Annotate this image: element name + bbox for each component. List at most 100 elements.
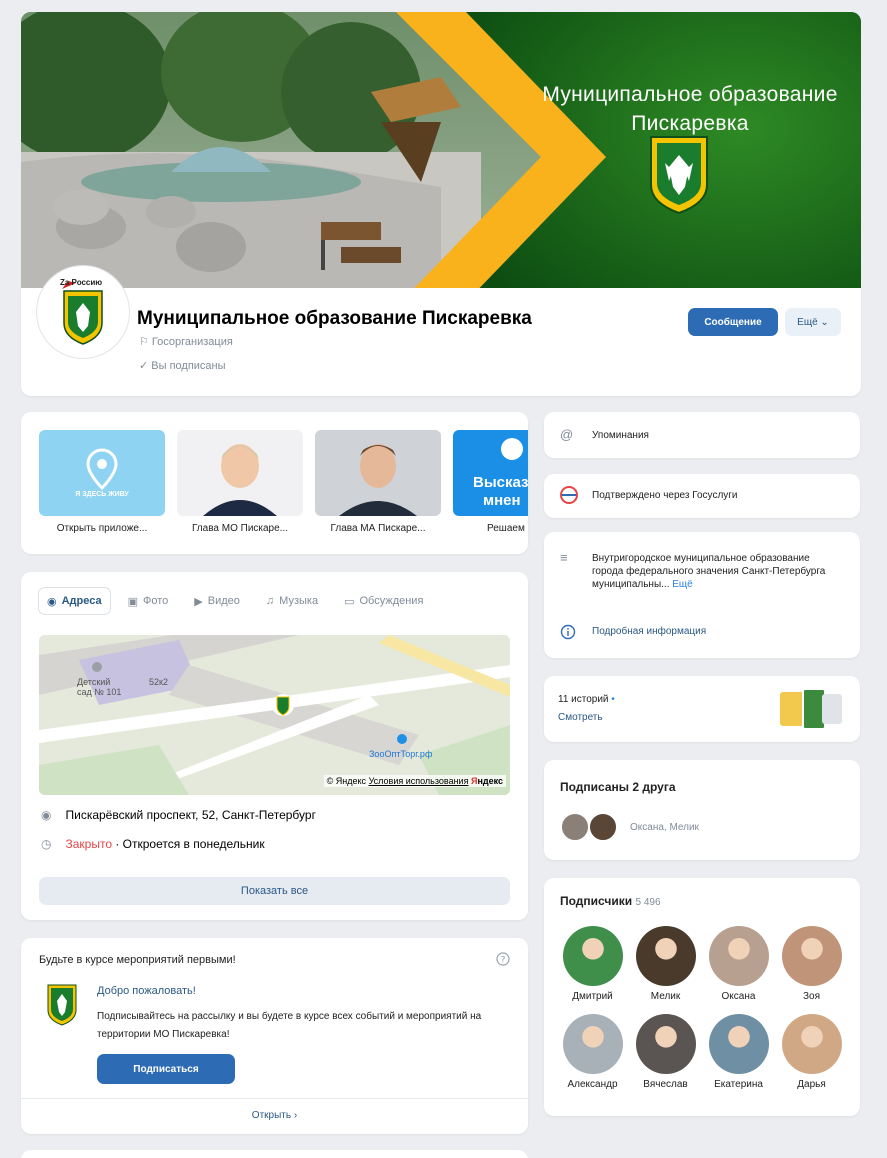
subscriber-name: Дарья [797, 1079, 826, 1090]
subscriber-name: Мелик [650, 991, 681, 1002]
friend-avatar[interactable] [588, 812, 618, 842]
map-label-shop: ЗооОптТорг.рф [369, 749, 433, 759]
opens-text: · Откроется в понедельник [112, 837, 265, 851]
avatar-caption: Zа Россию [60, 278, 103, 287]
link-opinion-image: Высказ мнен [453, 430, 528, 516]
help-icon[interactable]: ? [496, 952, 510, 969]
stories-card[interactable]: 11 историй • Смотреть [544, 676, 860, 742]
subscriber-avatar[interactable] [562, 1014, 623, 1074]
tabs: ◉ Адреса ▣ Фото ▶ Видео ♫ Музыка ▭ Обсуждения [39, 588, 441, 614]
open-link[interactable]: Открыть › [21, 1110, 528, 1121]
next-card [21, 1150, 528, 1158]
hours-row: ◷ Закрыто · Откроется в понедельник [41, 837, 265, 851]
stories-count: 11 историй • [558, 694, 615, 705]
subscriber-avatar[interactable] [781, 926, 842, 986]
links-carousel: Я ЗДЕСЬ ЖИВУ Открыть приложе... Глава МО… [21, 412, 528, 554]
cover-title: Муниципальное образование Пискаревка [542, 83, 838, 135]
link-head-mo-image [177, 430, 303, 516]
events-text: Подписывайтесь на рассылку и вы будете в… [97, 1011, 482, 1040]
subscribers-card: Подписчики 5 496 Дмитрий Мелик Оксана Зоя Ал… [544, 878, 860, 1116]
friends-card: Подписаны 2 друга Оксана, Мелик [544, 760, 860, 860]
link-opinion-text: Высказ [473, 474, 528, 491]
svg-text:?: ? [501, 956, 506, 966]
map-illustration [39, 635, 510, 795]
subscriber-avatar[interactable] [635, 926, 696, 986]
photo-icon: ▣ [127, 595, 139, 608]
closed-status: Закрыто [65, 837, 112, 851]
person-photo-icon [339, 444, 417, 516]
link-head-ma-image [315, 430, 441, 516]
subscriber-item[interactable]: Александр [556, 1014, 629, 1090]
clock-icon: ◷ [41, 837, 52, 851]
more-button[interactable]: Ещё ⌄ [785, 308, 841, 336]
subscriber-name: Александр [567, 1079, 618, 1090]
addresses-card: ◉ Адреса ▣ Фото ▶ Видео ♫ Музыка ▭ Обсуждения… [21, 572, 528, 920]
subscriber-item[interactable]: Мелик [629, 926, 702, 1002]
link-caption: Открыть приложе... [56, 523, 148, 534]
mentions-row[interactable]: @ Упоминания [544, 412, 860, 458]
subscriber-avatar[interactable] [708, 926, 769, 986]
divider [21, 1098, 528, 1099]
person-photo-icon [203, 444, 277, 516]
address-text: Пискарёвский проспект, 52, Санкт-Петербу… [65, 808, 316, 822]
subscriber-item[interactable]: Зоя [775, 926, 848, 1002]
show-all-button[interactable]: Показать все [39, 877, 510, 905]
subscriber-item[interactable]: Дарья [775, 1014, 848, 1090]
avatar[interactable]: Zа Россию [37, 266, 129, 358]
location-pin-icon: ◉ [41, 808, 52, 822]
subscriber-name: Зоя [802, 991, 821, 1002]
map-label-kindergarten: Детский сад № 101 [77, 677, 122, 697]
subscriber-avatar[interactable] [635, 1014, 696, 1074]
tab-music[interactable]: ♫ Музыка [258, 588, 326, 614]
chevron-down-icon: ⌄ [820, 316, 829, 328]
subscriber-name: Екатерина [714, 1079, 763, 1090]
link-head-ma[interactable]: Глава МА Пискаре... [315, 430, 441, 534]
gosuslugi-icon [501, 438, 523, 460]
music-icon: ♫ [265, 595, 275, 607]
stories-preview [780, 688, 842, 730]
link-caption: Глава МА Пискаре... [330, 523, 426, 534]
friend-avatar[interactable] [560, 812, 590, 842]
chat-icon: ▭ [344, 595, 355, 608]
events-heading: Будьте в курсе мероприятий первыми! [39, 954, 236, 966]
map[interactable]: Детский сад № 101 52к2 ЗооОптТорг.рф © Ян… [39, 635, 510, 795]
gosuslugi-icon [560, 486, 578, 507]
emblem-marker-icon [272, 694, 294, 716]
verified-row[interactable]: Подтверждено через Госуслуги [544, 474, 860, 518]
map-credit[interactable]: © Яндекс Условия использования Яндекс [323, 775, 506, 787]
tab-photo[interactable]: ▣ Фото [120, 588, 177, 614]
subscriber-item[interactable]: Вячеслав [629, 1014, 702, 1090]
page-header: Zа Россию Муниципальное образование Писк… [21, 266, 861, 396]
stories-watch-link[interactable]: Смотреть [558, 712, 603, 723]
link-app-image: Я ЗДЕСЬ ЖИВУ [39, 430, 165, 516]
link-app-image-text: Я ЗДЕСЬ ЖИВУ [75, 491, 129, 498]
subscriber-item[interactable]: Дмитрий [556, 926, 629, 1002]
at-icon: @ [560, 427, 574, 442]
subscribe-button[interactable]: Подписаться [97, 1054, 235, 1084]
subscription-status[interactable]: ✓ Вы подписаны [139, 359, 226, 372]
details-link[interactable]: Подробная информация [592, 626, 706, 637]
subscriber-avatar[interactable] [562, 926, 623, 986]
subscribers-grid: Дмитрий Мелик Оксана Зоя Александр Вячеслав Ек… [556, 926, 848, 1090]
link-head-mo[interactable]: Глава МО Пискаре... [177, 430, 303, 534]
more-link[interactable]: Ещё [672, 579, 692, 590]
subscriber-item[interactable]: Екатерина [702, 1014, 775, 1090]
tab-video[interactable]: ▶ Видео [186, 588, 248, 614]
link-opinion[interactable]: Высказ мнен Решаем в [453, 430, 528, 534]
tab-discussions[interactable]: ▭ Обсуждения [336, 588, 431, 614]
cover-illustration [21, 12, 861, 302]
description-text: Внутригородское муниципальное образовани… [592, 553, 826, 590]
message-button[interactable]: Сообщение [688, 308, 778, 336]
subscriber-name: Вячеслав [643, 1079, 688, 1090]
tab-addresses[interactable]: ◉ Адреса [39, 588, 110, 614]
link-app[interactable]: Я ЗДЕСЬ ЖИВУ Открыть приложе... [39, 430, 165, 534]
link-caption: Решаем в [487, 523, 528, 534]
subscriber-item[interactable]: Оксана [702, 926, 775, 1002]
subscriber-avatar[interactable] [708, 1014, 769, 1074]
page-type: ⚐ Госорганизация [139, 336, 233, 348]
emblem-icon [47, 984, 77, 1029]
subscriber-avatar[interactable] [781, 1014, 842, 1074]
map-label-building: 52к2 [149, 677, 168, 687]
subscriber-name: Оксана [721, 991, 756, 1002]
address-row: ◉ Пискарёвский проспект, 52, Санкт-Петер… [41, 808, 316, 822]
